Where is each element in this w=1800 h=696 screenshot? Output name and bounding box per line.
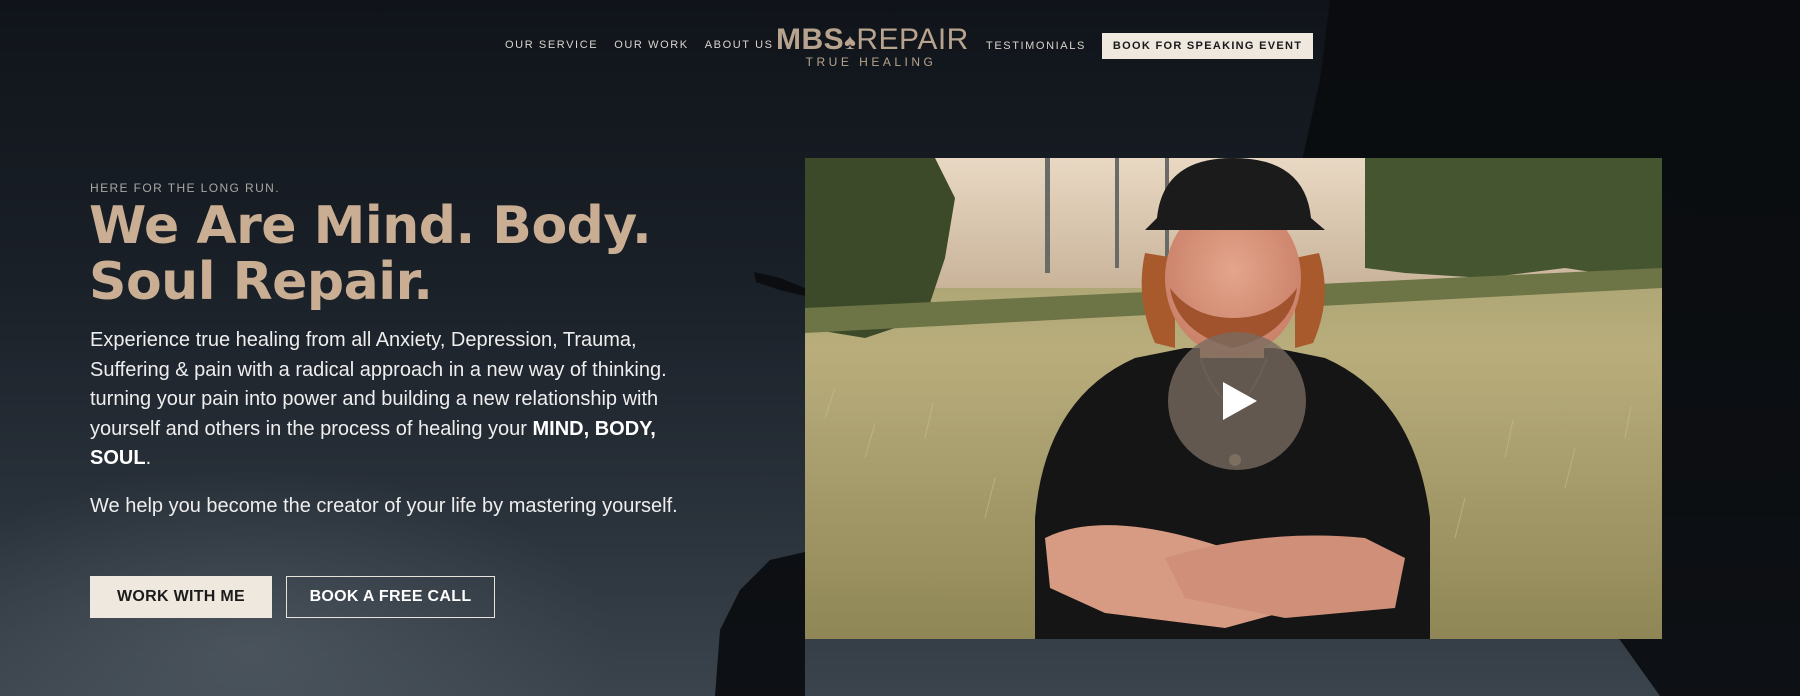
video-play-button[interactable] (1168, 332, 1306, 470)
hero-body-suffix: . (145, 447, 152, 469)
hero-headline-line1: We Are Mind. Body. (89, 196, 652, 256)
nav-link-our-work[interactable]: OUR WORK (614, 39, 689, 51)
logo-text-left: MBS (776, 23, 845, 56)
book-free-call-button[interactable]: BOOK A FREE CALL (286, 576, 495, 618)
nav-right-links: TESTIMONIALS BOOK FOR SPEAKING EVENT (986, 33, 1314, 59)
hero-headline: We Are Mind. Body. Soul Repair. (89, 198, 709, 310)
hero-video-thumbnail[interactable] (805, 158, 1662, 639)
hero-eyebrow: HERE FOR THE LONG RUN. (90, 181, 280, 195)
logo-text-right: REPAIR (856, 23, 969, 56)
site-logo[interactable]: MBS♠REPAIR TRUE HEALING (776, 23, 969, 69)
hero-body-second-paragraph: We help you become the creator of your l… (90, 495, 678, 517)
nav-link-about-us[interactable]: ABOUT US (705, 39, 774, 51)
book-speaking-event-button[interactable]: BOOK FOR SPEAKING EVENT (1101, 33, 1314, 59)
hero-headline-line2: Soul Repair. (89, 252, 433, 312)
play-icon (1223, 382, 1257, 420)
logo-figure-icon: ♠ (844, 29, 857, 54)
hero-body-paragraph: Experience true healing from all Anxiety… (90, 326, 710, 474)
nav-link-our-service[interactable]: OUR SERVICE (505, 39, 598, 51)
logo-wordmark: MBS♠REPAIR (776, 23, 969, 58)
nav-left-links: OUR SERVICE OUR WORK ABOUT US (505, 39, 774, 51)
top-navigation: OUR SERVICE OUR WORK ABOUT US MBS♠REPAIR… (0, 0, 1800, 80)
work-with-me-button[interactable]: WORK WITH ME (90, 576, 272, 618)
nav-link-testimonials[interactable]: TESTIMONIALS (986, 40, 1086, 52)
